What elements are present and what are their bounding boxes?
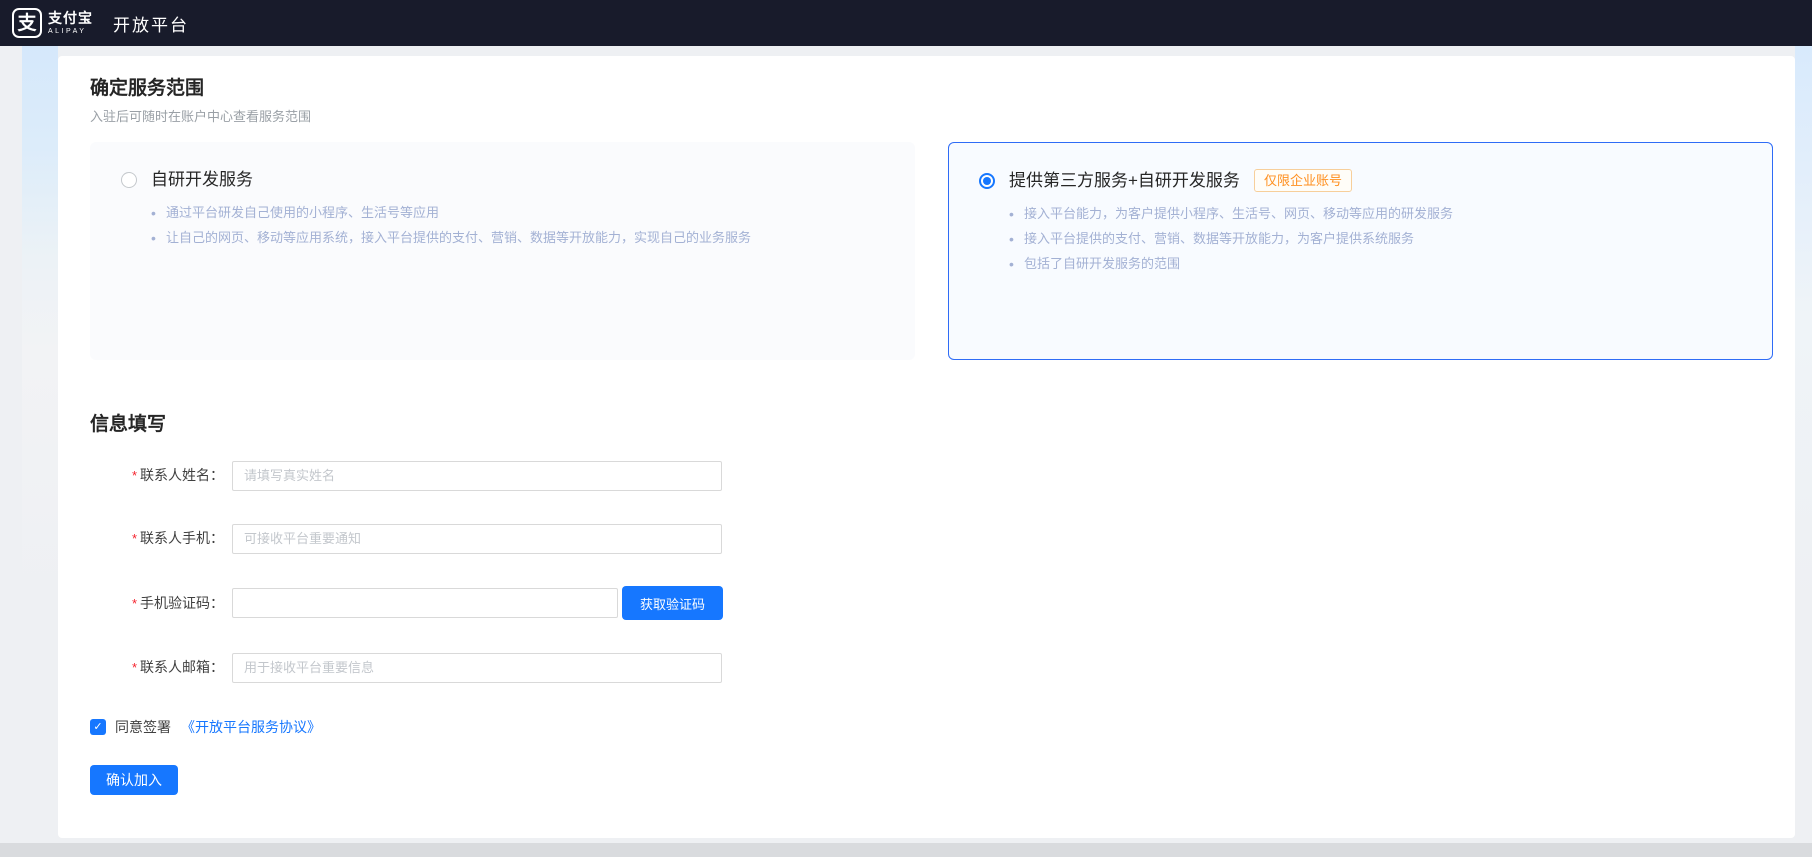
right-gradient-decoration — [1795, 46, 1812, 606]
contact-phone-label: *联系人手机： — [90, 523, 232, 554]
alipay-logo-icon: 支 — [12, 8, 42, 38]
option-bullets-self-dev: 通过平台研发自己使用的小程序、生活号等应用 让自己的网页、移动等应用系统，接入平… — [151, 205, 884, 246]
contact-phone-input[interactable] — [232, 524, 722, 554]
contact-name-label: *联系人姓名： — [90, 460, 232, 491]
option-title-third-party: 提供第三方服务+自研开发服务 — [1009, 170, 1240, 192]
contact-phone-label-text: 联系人手机： — [140, 530, 224, 546]
service-scope-subtitle: 入驻后可随时在账户中心查看服务范围 — [90, 108, 1773, 126]
main-content-card: 确定服务范围 入驻后可随时在账户中心查看服务范围 自研开发服务 通过平台研发自己… — [58, 56, 1795, 838]
option-card-third-party[interactable]: 提供第三方服务+自研开发服务 仅限企业账号 接入平台能力，为客户提供小程序、生活… — [948, 142, 1773, 360]
info-form-title: 信息填写 — [90, 412, 1773, 438]
required-mark: * — [132, 596, 137, 611]
bottom-edge-bar — [0, 843, 1812, 857]
option-title-self-dev: 自研开发服务 — [151, 169, 253, 191]
required-mark: * — [132, 468, 137, 483]
enterprise-only-badge: 仅限企业账号 — [1254, 169, 1352, 192]
get-sms-code-button[interactable]: 获取验证码 — [622, 586, 723, 620]
contact-name-input[interactable] — [232, 461, 722, 491]
brand-name-en: ALIPAY — [48, 28, 93, 35]
confirm-join-button[interactable]: 确认加入 — [90, 765, 178, 795]
sms-code-input[interactable] — [232, 588, 618, 618]
sms-code-label: *手机验证码： — [90, 588, 232, 619]
service-agreement-link[interactable]: 《开放平台服务协议》 — [181, 717, 321, 737]
option-head-self-dev: 自研开发服务 — [121, 169, 884, 191]
form-row-contact-email: *联系人邮箱： — [90, 652, 1773, 683]
contact-email-input[interactable] — [232, 653, 722, 683]
option-bullets-third-party: 接入平台能力，为客户提供小程序、生活号、网页、移动等应用的研发服务 接入平台提供… — [1009, 206, 1742, 272]
alipay-brand-text: 支付宝 ALIPAY — [48, 11, 93, 35]
radio-selected-icon[interactable] — [979, 173, 995, 189]
top-navbar: 支 支付宝 ALIPAY 开放平台 — [0, 0, 1812, 46]
agreement-text: 同意签署 — [115, 717, 171, 737]
contact-name-label-text: 联系人姓名： — [140, 467, 224, 483]
form-row-contact-phone: *联系人手机： — [90, 523, 1773, 554]
alipay-logo[interactable]: 支 支付宝 ALIPAY — [12, 8, 93, 38]
product-name: 开放平台 — [113, 11, 189, 36]
form-row-contact-name: *联系人姓名： — [90, 460, 1773, 491]
sms-code-label-text: 手机验证码： — [140, 595, 224, 611]
option-card-self-dev[interactable]: 自研开发服务 通过平台研发自己使用的小程序、生活号等应用 让自己的网页、移动等应… — [90, 142, 915, 360]
brand-name-cn: 支付宝 — [48, 11, 93, 25]
service-options-row: 自研开发服务 通过平台研发自己使用的小程序、生活号等应用 让自己的网页、移动等应… — [90, 142, 1773, 360]
contact-email-label-text: 联系人邮箱： — [140, 659, 224, 675]
form-row-sms-code: *手机验证码： 获取验证码 — [90, 586, 1773, 620]
radio-unselected-icon[interactable] — [121, 172, 137, 188]
info-form: *联系人姓名： *联系人手机： *手机验证码： 获取验证码 *联系人邮箱： — [90, 460, 1773, 795]
agreement-checkbox-checked[interactable] — [90, 719, 106, 735]
alipay-logo-glyph: 支 — [17, 14, 36, 33]
option-bullet: 让自己的网页、移动等应用系统，接入平台提供的支付、营销、数据等开放能力，实现自己… — [151, 230, 884, 246]
left-gradient-decoration — [22, 46, 58, 606]
option-head-third-party: 提供第三方服务+自研开发服务 仅限企业账号 — [979, 169, 1742, 192]
option-bullet: 接入平台能力，为客户提供小程序、生活号、网页、移动等应用的研发服务 — [1009, 206, 1742, 222]
option-bullet: 包括了自研开发服务的范围 — [1009, 256, 1742, 272]
service-scope-title: 确定服务范围 — [90, 76, 1773, 102]
required-mark: * — [132, 660, 137, 675]
agreement-row: 同意签署 《开放平台服务协议》 — [90, 717, 1773, 737]
required-mark: * — [132, 531, 137, 546]
option-bullet: 通过平台研发自己使用的小程序、生活号等应用 — [151, 205, 884, 221]
option-bullet: 接入平台提供的支付、营销、数据等开放能力，为客户提供系统服务 — [1009, 231, 1742, 247]
contact-email-label: *联系人邮箱： — [90, 652, 232, 683]
